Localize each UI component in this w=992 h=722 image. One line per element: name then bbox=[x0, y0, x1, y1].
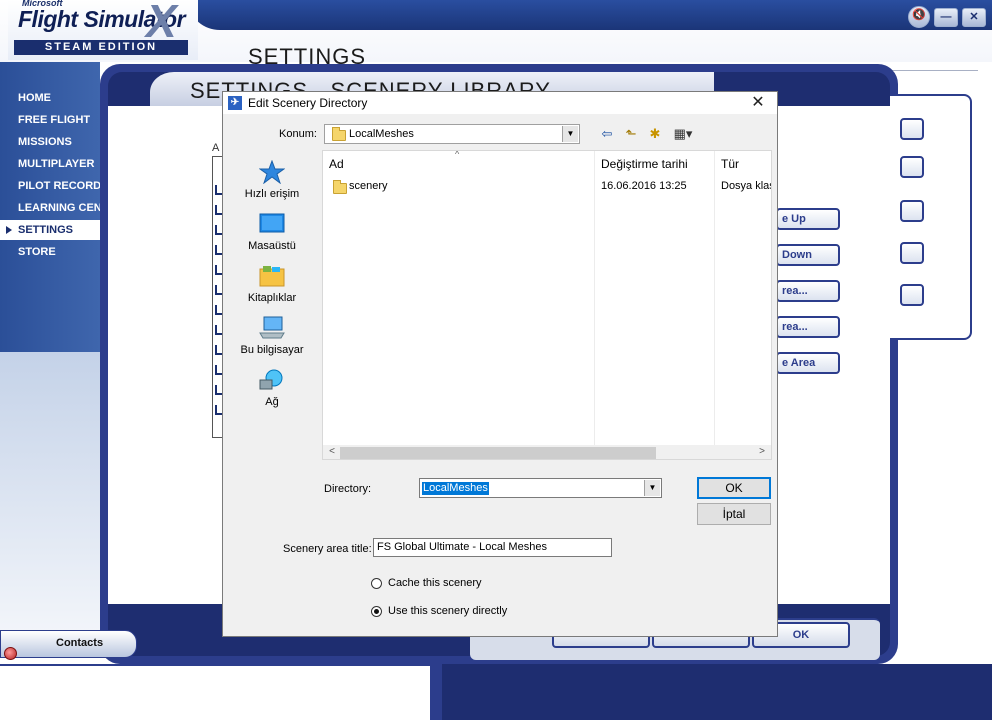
left-nav: HOME FREE FLIGHT MISSIONS MULTIPLAYER PI… bbox=[0, 62, 100, 352]
logo-edition: STEAM EDITION bbox=[14, 40, 188, 55]
folder-icon bbox=[332, 127, 346, 141]
place-label: Bu bilgisayar bbox=[240, 344, 304, 356]
file-list[interactable]: ^ Ad Değiştirme tarihi Tür scenery 16.06… bbox=[322, 150, 772, 460]
scroll-left-icon[interactable]: < bbox=[325, 445, 339, 459]
option-label: Cache this scenery bbox=[388, 577, 482, 589]
close-icon[interactable]: ✕ bbox=[962, 8, 986, 27]
file-type: Dosya klasörü bbox=[721, 180, 771, 192]
place-label: Ağ bbox=[265, 396, 279, 408]
file-modified: 16.06.2016 13:25 bbox=[601, 180, 687, 192]
place-desktop[interactable]: Masaüstü bbox=[229, 210, 315, 258]
desktop-icon bbox=[259, 213, 285, 233]
side-button-top-2[interactable] bbox=[900, 156, 924, 178]
nav-item-home[interactable]: HOME bbox=[0, 88, 100, 108]
file-toolbar: ⇦ ⬑ ✱ ▦▾ bbox=[598, 125, 696, 143]
footer-left bbox=[0, 664, 430, 722]
place-network[interactable]: Ağ bbox=[229, 366, 315, 414]
column-header-type[interactable]: Tür bbox=[721, 157, 739, 171]
sound-icon[interactable]: 🔇 bbox=[908, 6, 930, 28]
edit-area-button[interactable]: rea... bbox=[776, 316, 840, 338]
place-quick-access[interactable]: Hızlı erişim bbox=[229, 158, 315, 206]
header-band bbox=[190, 0, 992, 30]
dialog-titlebar[interactable]: ✈ Edit Scenery Directory ✕ bbox=[223, 92, 777, 114]
column-header-modified[interactable]: Değiştirme tarihi bbox=[601, 157, 688, 171]
nav-item-multiplayer[interactable]: MULTIPLAYER bbox=[0, 154, 100, 174]
places-bar: Hızlı erişim Masaüstü Kitaplıklar Bu bil… bbox=[229, 150, 315, 470]
scenery-title-label: Scenery area title: bbox=[283, 543, 372, 555]
back-arrow-icon[interactable]: ⇦ bbox=[598, 125, 616, 143]
list-item[interactable]: scenery 16.06.2016 13:25 Dosya klasörü bbox=[323, 177, 771, 197]
scroll-right-icon[interactable]: > bbox=[755, 445, 769, 459]
airplane-icon: ✈ bbox=[228, 96, 242, 110]
side-button-top-5[interactable] bbox=[900, 284, 924, 306]
directory-combobox[interactable]: LocalMeshes ▼ bbox=[419, 478, 662, 498]
side-button-top-1[interactable] bbox=[900, 118, 924, 140]
chevron-down-icon[interactable]: ▼ bbox=[562, 126, 578, 142]
directory-value: LocalMeshes bbox=[422, 482, 489, 495]
nav-item-learning-center[interactable]: LEARNING CENTER bbox=[0, 198, 100, 218]
option-label: Use this scenery directly bbox=[388, 605, 508, 617]
side-button-top-3[interactable] bbox=[900, 200, 924, 222]
computer-icon bbox=[259, 316, 285, 339]
use-scenery-directly-radio[interactable] bbox=[371, 606, 382, 617]
folder-icon bbox=[333, 180, 347, 194]
scenery-title-input[interactable]: FS Global Ultimate - Local Meshes bbox=[373, 538, 612, 557]
view-menu-icon[interactable]: ▦▾ bbox=[670, 125, 696, 143]
footer-right bbox=[442, 664, 992, 720]
column-header-name[interactable]: Ad bbox=[329, 157, 344, 171]
move-down-button[interactable]: Down bbox=[776, 244, 840, 266]
chevron-down-icon[interactable]: ▼ bbox=[644, 480, 660, 496]
left-lower-panel bbox=[0, 352, 100, 632]
place-label: Hızlı erişim bbox=[244, 188, 300, 200]
window-controls: 🔇 — ✕ bbox=[908, 6, 986, 28]
location-label: Konum: bbox=[279, 128, 317, 140]
location-combobox[interactable]: LocalMeshes ▼ bbox=[324, 124, 580, 144]
cancel-button[interactable]: İptal bbox=[697, 503, 771, 525]
sort-ascending-icon: ^ bbox=[455, 150, 460, 159]
side-button-top-4[interactable] bbox=[900, 242, 924, 264]
fsx-logo: Microsoft Flight Simulator X STEAM EDITI… bbox=[8, 0, 198, 60]
scrollbar-thumb[interactable] bbox=[340, 447, 656, 459]
star-icon bbox=[259, 160, 285, 184]
footer-band bbox=[430, 664, 442, 720]
up-folder-icon[interactable]: ⬑ bbox=[622, 125, 640, 143]
list-header-fragment: A bbox=[212, 142, 220, 154]
place-label: Kitaplıklar bbox=[247, 292, 297, 304]
horizontal-scrollbar[interactable]: < > bbox=[323, 445, 771, 459]
ok-button[interactable]: OK bbox=[697, 477, 771, 499]
network-icon bbox=[259, 369, 283, 390]
dialog-title: Edit Scenery Directory bbox=[248, 96, 368, 110]
add-area-button[interactable]: rea... bbox=[776, 280, 840, 302]
contacts-label: Contacts bbox=[56, 637, 104, 649]
nav-item-store[interactable]: STORE bbox=[0, 242, 100, 262]
new-folder-icon[interactable]: ✱ bbox=[646, 125, 664, 143]
minimize-icon[interactable]: — bbox=[934, 8, 958, 27]
move-up-button[interactable]: e Up bbox=[776, 208, 840, 230]
nav-item-pilot-records[interactable]: PILOT RECORDS bbox=[0, 176, 100, 196]
nav-item-free-flight[interactable]: FREE FLIGHT bbox=[0, 110, 100, 130]
nav-item-settings[interactable]: SETTINGS bbox=[0, 220, 100, 240]
cache-scenery-radio[interactable] bbox=[371, 578, 382, 589]
nav-item-missions[interactable]: MISSIONS bbox=[0, 132, 100, 152]
delete-area-button[interactable]: e Area bbox=[776, 352, 840, 374]
place-this-pc[interactable]: Bu bilgisayar bbox=[229, 314, 315, 362]
place-label: Masaüstü bbox=[248, 240, 296, 252]
directory-label: Directory: bbox=[324, 483, 372, 495]
edit-scenery-directory-dialog: ✈ Edit Scenery Directory ✕ Konum: LocalM… bbox=[222, 91, 778, 637]
location-value: LocalMeshes bbox=[349, 128, 414, 140]
contacts-bar[interactable]: Contacts bbox=[0, 630, 137, 660]
place-libraries[interactable]: Kitaplıklar bbox=[229, 262, 315, 310]
close-icon[interactable]: ✕ bbox=[745, 93, 771, 113]
file-name: scenery bbox=[349, 180, 388, 192]
status-dot-icon bbox=[4, 647, 17, 660]
libraries-icon bbox=[259, 266, 285, 287]
